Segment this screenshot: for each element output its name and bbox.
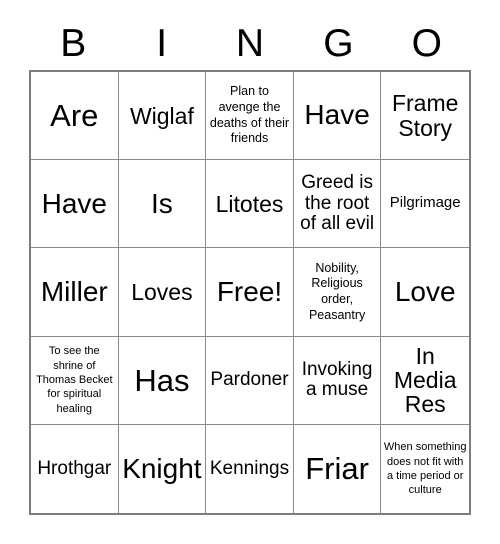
header-letter-i: I <box>156 21 168 65</box>
bingo-header: B I N G O <box>29 18 471 68</box>
bingo-cell-r4-c3[interactable]: Pardoner <box>206 336 294 425</box>
bingo-cell-r1-c5[interactable]: Frame Story <box>381 72 469 161</box>
bingo-cell-r5-c4[interactable]: Friar <box>294 424 382 513</box>
bingo-cell-r3-c3[interactable]: Free! <box>206 248 294 337</box>
bingo-cell-r2-c4[interactable]: Greed is the root of all evil <box>293 160 382 249</box>
bingo-cell-label: Hrothgar <box>37 457 112 479</box>
bingo-cell-label: Loves <box>131 278 193 305</box>
bingo-cell-r4-c5[interactable]: In Media Res <box>381 337 469 425</box>
bingo-cell-label: Free! <box>216 275 283 307</box>
header-letter-b: B <box>60 21 87 65</box>
bingo-cell-r4-c2[interactable]: Has <box>118 336 207 425</box>
bingo-cell-label: Frame Story <box>391 90 459 141</box>
bingo-cell-r1-c4[interactable]: Have <box>293 72 382 161</box>
header-letter-o: O <box>411 21 442 65</box>
bingo-cell-r1-c3[interactable]: Plan to avenge the deaths of their frien… <box>206 72 294 161</box>
bingo-cell-r5-c5[interactable]: When something does not fit with a time … <box>381 425 469 513</box>
bingo-cell-label: Have <box>304 99 370 131</box>
bingo-cell-r3-c4[interactable]: Nobility, Religious order, Peasantry <box>293 248 382 337</box>
bingo-cell-r5-c1[interactable]: Hrothgar <box>31 424 119 513</box>
bingo-cell-label: Nobility, Religious order, Peasantry <box>308 260 366 322</box>
bingo-cell-r3-c5[interactable]: Love <box>381 248 469 337</box>
bingo-cell-label: To see the shrine of Thomas Becket for s… <box>36 345 113 415</box>
bingo-cell-label: When something does not fit with a time … <box>383 441 467 497</box>
bingo-cell-label: In Media Res <box>393 342 457 418</box>
bingo-cell-label: Invoking a muse <box>301 358 373 401</box>
bingo-cell-label: Is <box>151 187 173 219</box>
bingo-cell-label: Friar <box>305 451 369 487</box>
bingo-cell-r1-c2[interactable]: Wiglaf <box>118 72 207 161</box>
bingo-cell-label: Litotes <box>215 190 284 217</box>
bingo-cell-r5-c3[interactable]: Kennings <box>206 424 294 513</box>
bingo-cell-label: Love <box>394 275 456 307</box>
bingo-cell-r1-c1[interactable]: Are <box>31 72 119 161</box>
bingo-cell-label: Pilgrimage <box>389 194 461 212</box>
bingo-cell-r3-c2[interactable]: Loves <box>118 248 207 337</box>
bingo-cell-r3-c1[interactable]: Miller <box>31 248 119 337</box>
bingo-cell-label: Plan to avenge the deaths of their frien… <box>209 84 290 146</box>
bingo-cell-label: Have <box>41 187 107 219</box>
bingo-card: B I N G O Are Wiglaf Plan to avenge the de… <box>0 0 500 544</box>
bingo-cell-label: Greed is the root of all evil <box>300 172 375 235</box>
bingo-cell-r2-c1[interactable]: Have <box>31 160 119 249</box>
bingo-cell-r4-c1[interactable]: To see the shrine of Thomas Becket for s… <box>31 336 119 425</box>
header-letter-n: N <box>235 21 265 65</box>
header-letter-g: G <box>323 21 354 65</box>
bingo-cell-r2-c3[interactable]: Litotes <box>206 160 294 249</box>
bingo-cell-label: Kennings <box>209 457 290 479</box>
bingo-cell-r4-c4[interactable]: Invoking a muse <box>293 336 382 425</box>
bingo-cell-label: Knight <box>122 452 202 484</box>
bingo-cell-label: Miller <box>40 275 108 307</box>
bingo-cell-r5-c2[interactable]: Knight <box>119 424 207 513</box>
bingo-grid: Are Wiglaf Plan to avenge the deaths of th… <box>29 70 471 515</box>
bingo-cell-label: Wiglaf <box>129 102 194 129</box>
bingo-cell-label: Has <box>134 362 190 398</box>
bingo-cell-r2-c2[interactable]: Is <box>118 160 207 249</box>
bingo-cell-label: Are <box>50 98 99 134</box>
bingo-cell-label: Pardoner <box>210 368 289 390</box>
bingo-cell-r2-c5[interactable]: Pilgrimage <box>381 160 469 249</box>
